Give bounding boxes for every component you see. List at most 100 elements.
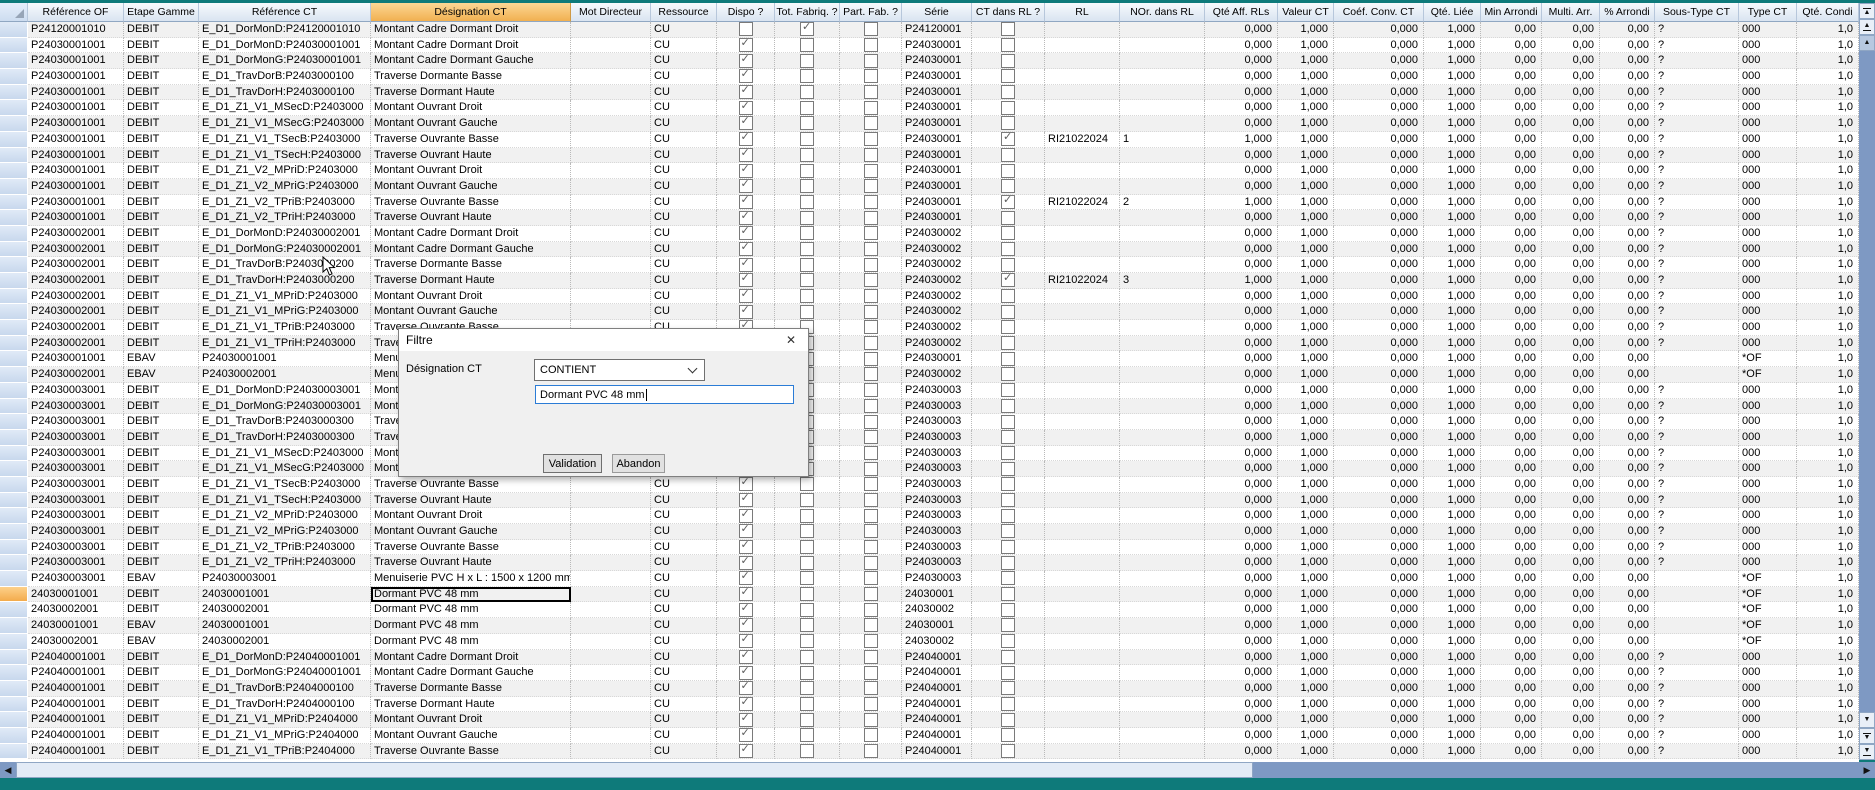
cell-refOF[interactable]: P24030002001 (28, 320, 124, 336)
ctDansRL-checkbox[interactable] (1001, 446, 1015, 460)
cell-sousTypeCT[interactable]: ? (1655, 210, 1739, 226)
totFab-checkbox[interactable] (800, 571, 814, 585)
dispo-checkbox[interactable] (739, 681, 753, 695)
cell-etape[interactable]: DEBIT (124, 304, 199, 320)
cell-refOF[interactable]: P24030003001 (28, 540, 124, 556)
cell-pctArrondi[interactable]: 0,00 (1600, 587, 1655, 603)
cell-multiArr[interactable]: 0,00 (1542, 351, 1600, 367)
cell-qteLiee[interactable]: 1,000 (1424, 618, 1481, 634)
partFab-checkbox[interactable] (864, 713, 878, 727)
cell-serie[interactable]: P24030001 (902, 53, 972, 69)
cell-rl[interactable] (1045, 587, 1120, 603)
cell-refOF[interactable]: P24030003001 (28, 571, 124, 587)
cell-qteCondi[interactable]: 1,0 (1797, 399, 1859, 415)
cell-refCT[interactable]: E_D1_Z1_V1_MSecG:P2403000 (199, 116, 371, 132)
cell-partFab[interactable] (840, 555, 902, 571)
cell-valeurCT[interactable]: 1,000 (1278, 493, 1334, 509)
ctDansRL-checkbox[interactable] (1001, 540, 1015, 554)
cell-serie[interactable]: P24030003 (902, 446, 972, 462)
cell-dispo[interactable] (717, 148, 775, 164)
cell-refCT[interactable]: E_D1_TravDorH:P2404000100 (199, 697, 371, 713)
cell-qteAffRLs[interactable]: 0,000 (1205, 399, 1278, 415)
ctDansRL-checkbox[interactable] (1001, 713, 1015, 727)
cell-qteLiee[interactable]: 1,000 (1424, 304, 1481, 320)
cell-refCT[interactable]: E_D1_Z1_V2_TPriH:P2403000 (199, 210, 371, 226)
cell-totFab[interactable] (775, 273, 840, 289)
cell-pctArrondi[interactable]: 0,00 (1600, 210, 1655, 226)
cell-minArrondi[interactable]: 0,00 (1481, 461, 1542, 477)
row-header[interactable] (0, 367, 28, 383)
totFab-checkbox[interactable] (800, 116, 814, 130)
cell-dispo[interactable] (717, 712, 775, 728)
cell-sousTypeCT[interactable]: ? (1655, 555, 1739, 571)
cell-refCT[interactable]: P24030003001 (199, 571, 371, 587)
cell-coefConvCT[interactable]: 0,000 (1334, 289, 1424, 305)
cell-mot[interactable] (571, 179, 651, 195)
cell-typeCT[interactable]: *OF (1739, 367, 1797, 383)
cell-coefConvCT[interactable]: 0,000 (1334, 618, 1424, 634)
cell-qteCondi[interactable]: 1,0 (1797, 634, 1859, 650)
cell-minArrondi[interactable]: 0,00 (1481, 634, 1542, 650)
cell-qteAffRLs[interactable]: 0,000 (1205, 508, 1278, 524)
cell-partFab[interactable] (840, 681, 902, 697)
cell-pctArrondi[interactable]: 0,00 (1600, 163, 1655, 179)
cell-sousTypeCT[interactable]: ? (1655, 665, 1739, 681)
cell-multiArr[interactable]: 0,00 (1542, 226, 1600, 242)
cell-qteLiee[interactable]: 1,000 (1424, 116, 1481, 132)
cell-qteCondi[interactable]: 1,0 (1797, 383, 1859, 399)
cell-nor[interactable] (1120, 383, 1205, 399)
cell-valeurCT[interactable]: 1,000 (1278, 116, 1334, 132)
cell-qteCondi[interactable]: 1,0 (1797, 681, 1859, 697)
cell-qteLiee[interactable]: 1,000 (1424, 367, 1481, 383)
cell-ressource[interactable]: CU (651, 540, 717, 556)
cell-dispo[interactable] (717, 85, 775, 101)
cell-rl[interactable] (1045, 85, 1120, 101)
cell-partFab[interactable] (840, 634, 902, 650)
cell-serie[interactable]: P24030003 (902, 383, 972, 399)
cell-refCT[interactable]: E_D1_Z1_V2_MPriD:P2403000 (199, 163, 371, 179)
cell-pctArrondi[interactable]: 0,00 (1600, 446, 1655, 462)
cell-valeurCT[interactable]: 1,000 (1278, 712, 1334, 728)
cell-minArrondi[interactable]: 0,00 (1481, 273, 1542, 289)
cell-coefConvCT[interactable]: 0,000 (1334, 226, 1424, 242)
partFab-checkbox[interactable] (864, 242, 878, 256)
cell-valeurCT[interactable]: 1,000 (1278, 399, 1334, 415)
cell-designation[interactable]: Traverse Dormant Haute (371, 85, 571, 101)
cell-minArrondi[interactable]: 0,00 (1481, 446, 1542, 462)
cell-sousTypeCT[interactable]: ? (1655, 116, 1739, 132)
cell-multiArr[interactable]: 0,00 (1542, 477, 1600, 493)
column-header-valeurCT[interactable]: Valeur CT (1278, 3, 1334, 22)
cell-minArrondi[interactable]: 0,00 (1481, 493, 1542, 509)
cell-valeurCT[interactable]: 1,000 (1278, 508, 1334, 524)
totFab-checkbox[interactable] (800, 242, 814, 256)
cell-minArrondi[interactable]: 0,00 (1481, 336, 1542, 352)
dispo-checkbox[interactable] (739, 242, 753, 256)
cell-rl[interactable] (1045, 399, 1120, 415)
cell-partFab[interactable] (840, 665, 902, 681)
dispo-checkbox[interactable] (739, 493, 753, 507)
cell-qteAffRLs[interactable]: 0,000 (1205, 540, 1278, 556)
cell-pctArrondi[interactable]: 0,00 (1600, 681, 1655, 697)
cell-ressource[interactable]: CU (651, 650, 717, 666)
partFab-checkbox[interactable] (864, 132, 878, 146)
cell-nor[interactable] (1120, 336, 1205, 352)
cell-refOF[interactable]: P24030001001 (28, 148, 124, 164)
cell-typeCT[interactable]: 000 (1739, 744, 1797, 760)
cell-totFab[interactable] (775, 524, 840, 540)
cell-nor[interactable] (1120, 289, 1205, 305)
cell-pctArrondi[interactable]: 0,00 (1600, 116, 1655, 132)
cell-mot[interactable] (571, 38, 651, 54)
cell-partFab[interactable] (840, 100, 902, 116)
cell-totFab[interactable] (775, 571, 840, 587)
cell-qteAffRLs[interactable]: 0,000 (1205, 257, 1278, 273)
cell-ressource[interactable]: CU (651, 304, 717, 320)
cell-valeurCT[interactable]: 1,000 (1278, 69, 1334, 85)
cell-multiArr[interactable]: 0,00 (1542, 697, 1600, 713)
column-header-minArrondi[interactable]: Min Arrondi (1481, 3, 1542, 22)
cell-qteAffRLs[interactable]: 1,000 (1205, 273, 1278, 289)
cell-totFab[interactable] (775, 179, 840, 195)
cell-typeCT[interactable]: *OF (1739, 618, 1797, 634)
cell-etape[interactable]: DEBIT (124, 85, 199, 101)
cell-qteAffRLs[interactable]: 0,000 (1205, 69, 1278, 85)
totFab-checkbox[interactable] (800, 666, 814, 680)
